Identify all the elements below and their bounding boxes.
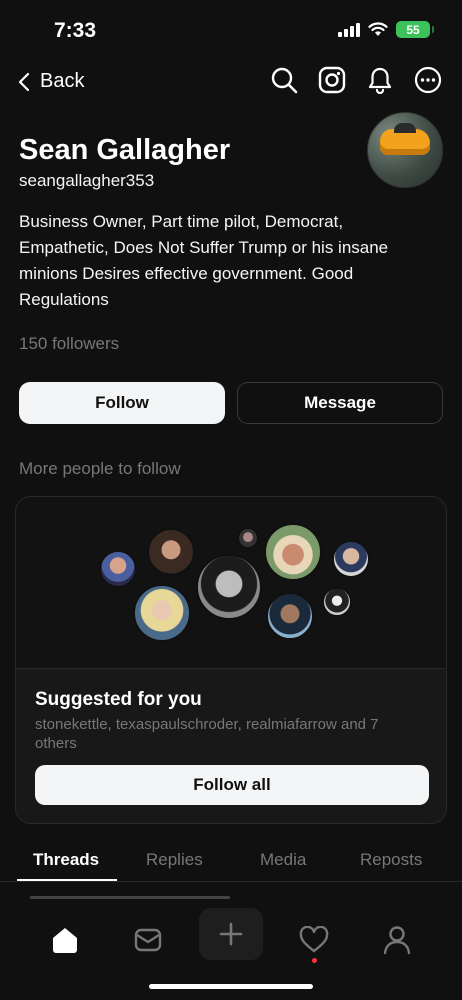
tab-media[interactable]: Media (260, 850, 306, 870)
suggested-avatar (237, 527, 259, 549)
battery-level: 55 (406, 22, 420, 37)
inbox-icon (134, 928, 162, 952)
follow-all-button[interactable]: Follow all (35, 765, 429, 805)
notification-dot (312, 958, 317, 963)
back-button[interactable]: Back (18, 70, 84, 93)
suggested-avatar (332, 540, 370, 578)
suggested-info: Suggested for you stonekettle, texaspaul… (16, 669, 446, 823)
active-tab-indicator (17, 879, 117, 881)
nav-inbox[interactable] (128, 920, 168, 960)
more-button[interactable] (414, 66, 442, 94)
nav-activity[interactable] (294, 920, 334, 960)
home-icon (53, 928, 77, 953)
suggested-title: Suggested for you (35, 689, 202, 710)
message-button[interactable]: Message (237, 382, 443, 424)
suggested-avatars (16, 497, 446, 669)
suggested-card: Suggested for you stonekettle, texaspaul… (15, 496, 447, 824)
suggested-avatar (322, 587, 352, 617)
avatar-car-image (380, 123, 430, 155)
instagram-button[interactable] (318, 66, 346, 94)
status-bar: 7:33 55 (0, 0, 462, 62)
compose-icon (219, 922, 243, 946)
compose-button[interactable] (199, 908, 263, 960)
chevron-left-icon (18, 72, 30, 91)
followers-count[interactable]: 150 followers (19, 334, 119, 354)
bottom-nav (0, 906, 462, 1000)
suggested-avatar (99, 550, 137, 588)
heart-icon (299, 926, 329, 953)
signal-icon (338, 22, 360, 37)
suggested-avatar (133, 584, 191, 642)
home-indicator (149, 984, 313, 989)
bell-icon (368, 67, 392, 94)
profile-name: Sean Gallagher (19, 134, 231, 166)
profile-bio: Business Owner, Part time pilot, Democra… (19, 212, 389, 309)
suggested-avatar (147, 528, 195, 576)
back-label: Back (40, 70, 85, 92)
profile-tabs: Threads Replies Media Reposts (0, 840, 462, 882)
instagram-icon (318, 66, 346, 94)
status-time: 7:33 (54, 19, 97, 42)
wifi-icon (368, 22, 388, 36)
battery-icon: 55 (396, 21, 434, 38)
status-icons: 55 (338, 21, 434, 38)
more-icon (414, 66, 442, 94)
profile-handle: seangallagher353 (19, 171, 155, 190)
suggested-avatar (264, 523, 322, 581)
nav-actions (270, 66, 442, 94)
nav-home[interactable] (45, 920, 85, 960)
notifications-button[interactable] (366, 66, 394, 94)
top-nav: Back (0, 62, 462, 104)
tab-reposts[interactable]: Reposts (360, 850, 422, 870)
suggested-names: stonekettle, texaspaulschroder, realmiaf… (35, 716, 379, 752)
profile-icon (383, 926, 411, 955)
suggested-avatar (266, 592, 314, 640)
tab-threads[interactable]: Threads (33, 850, 99, 870)
suggested-avatar (196, 554, 262, 620)
search-icon (271, 67, 298, 94)
follow-button[interactable]: Follow (19, 382, 225, 424)
feed-peek (30, 896, 440, 906)
avatar[interactable] (367, 112, 443, 188)
nav-profile[interactable] (377, 920, 417, 960)
tab-replies[interactable]: Replies (146, 850, 203, 870)
more-people-heading: More people to follow (19, 459, 181, 478)
search-button[interactable] (270, 66, 298, 94)
